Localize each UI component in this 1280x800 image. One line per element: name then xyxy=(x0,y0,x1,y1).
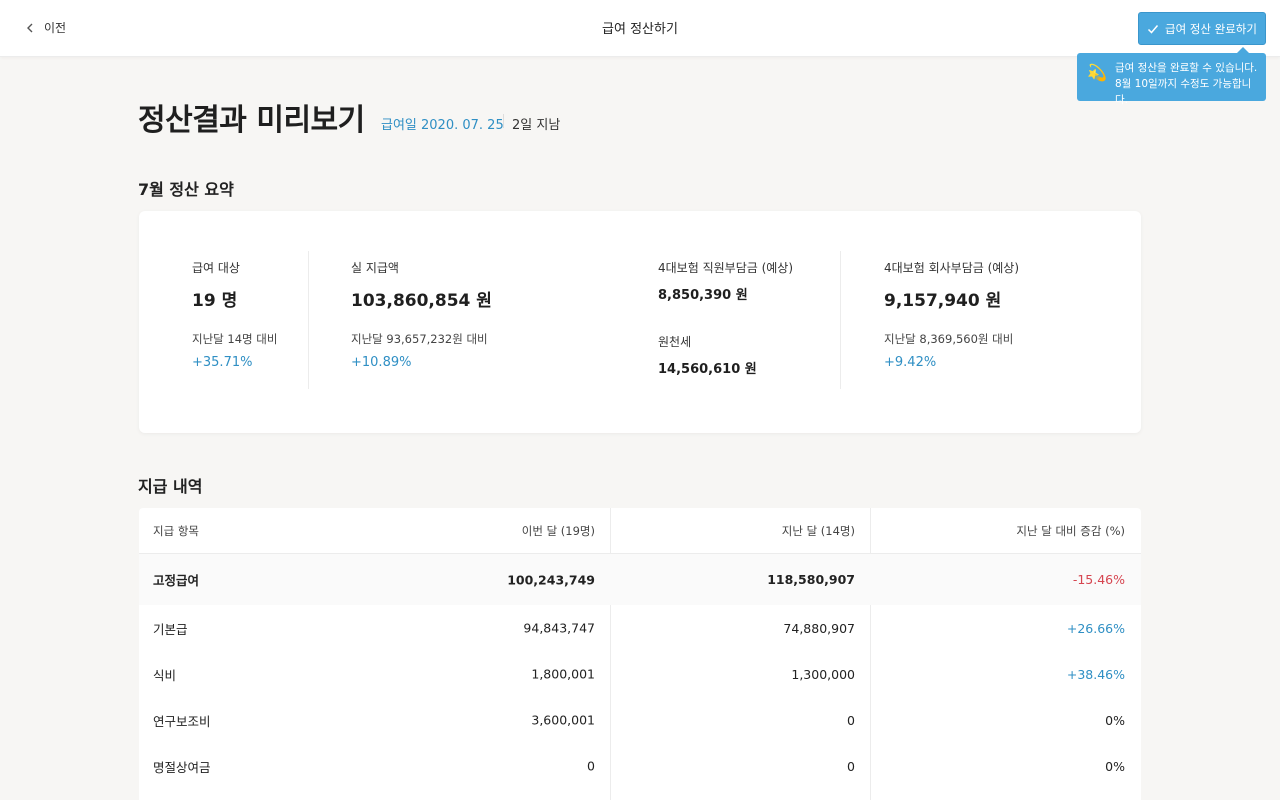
employee-insurance-label: 4대보험 직원부담금 (예상) xyxy=(658,261,794,275)
page-title: 정산결과 미리보기 xyxy=(138,103,365,138)
row-last-month: 74,880,907 xyxy=(783,620,855,636)
complete-payroll-button[interactable]: 급여 정산 완료하기 xyxy=(1138,12,1266,45)
divider xyxy=(308,251,309,389)
top-bar: 이전 급여 정산하기 급여 정산 완료하기 xyxy=(0,0,1280,57)
row-change: -15.46% xyxy=(1072,572,1125,587)
row-change: 0% xyxy=(1105,712,1125,728)
divider xyxy=(503,114,504,128)
column-header-change: 지난 달 대비 증감 (%) xyxy=(1016,523,1125,538)
net-pay-label: 실 지급액 xyxy=(351,261,399,275)
employee-insurance-value: 8,850,390 원 xyxy=(658,288,748,303)
page-header-title: 급여 정산하기 xyxy=(602,22,678,37)
row-last-month: 1,300,000 xyxy=(791,666,855,682)
completion-tooltip: 💫 급여 정산을 완료할 수 있습니다. 8월 10일까지 수정도 가능합니다. xyxy=(1077,47,1266,106)
table-row: 명절상여금 0 0 0% xyxy=(139,743,1141,789)
table-row: 식비 1,800,001 1,300,000 +38.46% xyxy=(139,651,1141,697)
tooltip-line-2: 8월 10일까지 수정도 가능합니다. xyxy=(1115,78,1252,106)
row-this-month: 100,243,749 xyxy=(507,572,595,587)
table-row: 고정급여 100,243,749 118,580,907 -15.46% xyxy=(139,554,1141,605)
row-change: 0% xyxy=(1105,758,1125,774)
divider xyxy=(840,251,841,389)
row-this-month: 94,843,747 xyxy=(523,620,595,636)
headcount-value: 19 명 xyxy=(192,291,238,311)
company-insurance-stat: 4대보험 회사부담금 (예상) 9,157,940 원 지난달 8,369,56… xyxy=(884,259,1019,370)
company-insurance-label: 4대보험 회사부담금 (예상) xyxy=(884,261,1020,275)
payments-section-title: 지급 내역 xyxy=(138,477,203,496)
elapsed-label: 2일 지남 xyxy=(512,118,561,133)
row-change: +26.66% xyxy=(1066,620,1125,636)
withholding-tax-label: 원천세 xyxy=(658,335,692,349)
row-last-month: 118,580,907 xyxy=(767,572,855,587)
headcount-compare: 지난달 14명 대비 xyxy=(192,332,278,346)
row-item: 연구보조비 xyxy=(153,713,211,729)
summary-card: 급여 대상 19 명 지난달 14명 대비 +35.71% 실 지급액 103,… xyxy=(139,211,1141,433)
table-header: 지급 항목 이번 달 (19명) 지난 달 (14명) 지난 달 대비 증감 (%… xyxy=(139,508,1141,554)
row-last-month: 0 xyxy=(847,758,855,774)
summary-section-title: 7월 정산 요약 xyxy=(138,180,234,199)
employee-insurance-stat: 4대보험 직원부담금 (예상) 8,850,390 원 xyxy=(658,259,793,303)
net-pay-change: +10.89% xyxy=(351,355,412,370)
withholding-tax-value: 14,560,610 원 xyxy=(658,362,757,377)
table-row: 연구보조비 3,600,001 0 0% xyxy=(139,697,1141,743)
net-pay-stat: 실 지급액 103,860,854 원 지난달 93,657,232원 대비 +… xyxy=(351,259,492,370)
row-item: 기본급 xyxy=(153,621,188,637)
check-icon xyxy=(1147,24,1159,34)
company-insurance-value: 9,157,940 원 xyxy=(884,291,1002,311)
sparkle-icon: 💫 xyxy=(1087,63,1107,82)
row-change: +38.46% xyxy=(1066,666,1125,682)
withholding-tax-stat: 원천세 14,560,610 원 xyxy=(658,333,757,377)
table-row: 기본급 94,843,747 74,880,907 +26.66% xyxy=(139,605,1141,651)
net-pay-compare: 지난달 93,657,232원 대비 xyxy=(351,332,488,346)
row-this-month: 1,800,001 xyxy=(531,666,595,682)
headcount-stat: 급여 대상 19 명 지난달 14명 대비 +35.71% xyxy=(192,259,277,370)
column-header-item: 지급 항목 xyxy=(153,523,199,538)
headcount-label: 급여 대상 xyxy=(192,261,240,275)
company-insurance-compare: 지난달 8,369,560원 대비 xyxy=(884,332,1014,346)
row-item: 식비 xyxy=(153,667,177,683)
payments-table: 지급 항목 이번 달 (19명) 지난 달 (14명) 지난 달 대비 증감 (%… xyxy=(139,508,1141,800)
column-header-this-month: 이번 달 (19명) xyxy=(521,523,595,538)
column-header-last-month: 지난 달 (14명) xyxy=(781,523,855,538)
row-item: 명절상여금 xyxy=(153,759,211,775)
row-last-month: 0 xyxy=(847,712,855,728)
complete-button-label: 급여 정산 완료하기 xyxy=(1165,21,1257,36)
row-this-month: 0 xyxy=(587,758,595,774)
headcount-change: +35.71% xyxy=(192,355,253,370)
company-insurance-change: +9.42% xyxy=(884,355,937,370)
row-this-month: 3,600,001 xyxy=(531,712,595,728)
net-pay-value: 103,860,854 원 xyxy=(351,291,492,311)
tooltip-line-1: 급여 정산을 완료할 수 있습니다. xyxy=(1115,62,1258,74)
payday-label: 급여일 2020. 07. 25 xyxy=(381,118,504,133)
row-item: 고정급여 xyxy=(153,573,200,588)
